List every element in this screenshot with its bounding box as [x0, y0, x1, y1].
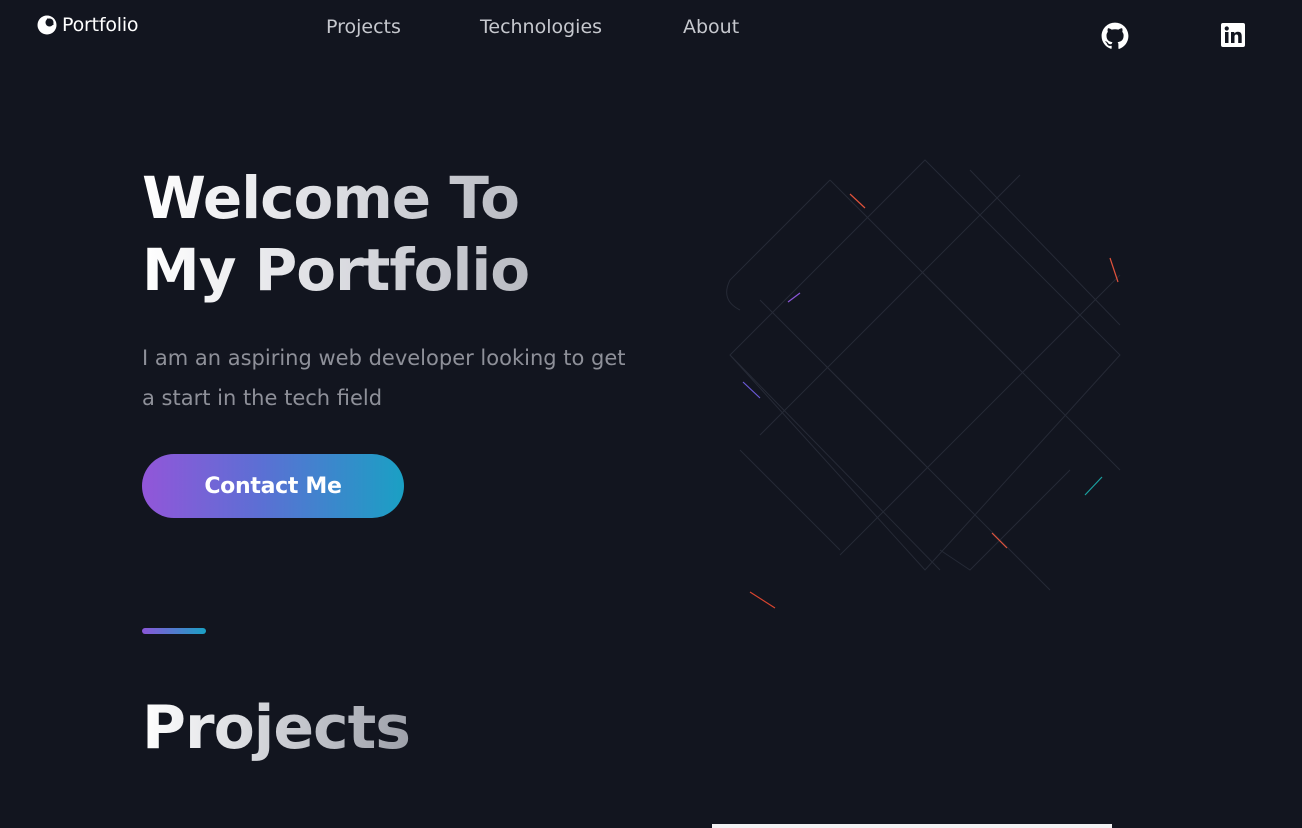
hero-subtitle: I am an aspiring web developer looking t…: [142, 346, 626, 410]
nav-link-projects[interactable]: Projects: [326, 16, 401, 38]
logo-link[interactable]: Portfolio: [36, 14, 139, 36]
nav-link-technologies[interactable]: Technologies: [480, 16, 602, 38]
top-nav: Portfolio Projects Technologies About: [0, 0, 1302, 60]
github-icon: [1101, 22, 1129, 49]
logo-icon: [37, 15, 57, 35]
logo-text: Portfolio: [62, 14, 139, 36]
hero-title: Welcome To My Portfolio: [142, 162, 662, 306]
linkedin-icon: [1221, 23, 1245, 47]
github-link[interactable]: [1101, 22, 1129, 50]
nav-link-about[interactable]: About: [683, 16, 739, 38]
projects-section-title: Projects: [142, 690, 411, 766]
project-card-peek: [712, 824, 1112, 828]
background-grid-art: [726, 159, 1121, 609]
contact-me-button[interactable]: Contact Me: [142, 454, 404, 518]
linkedin-link[interactable]: [1220, 22, 1246, 48]
section-divider: [142, 628, 206, 634]
hero-title-line-2: My Portfolio: [142, 236, 530, 304]
hero-title-line-1: Welcome To: [142, 164, 520, 232]
portfolio-page: Portfolio Projects Technologies About We…: [0, 0, 1302, 828]
